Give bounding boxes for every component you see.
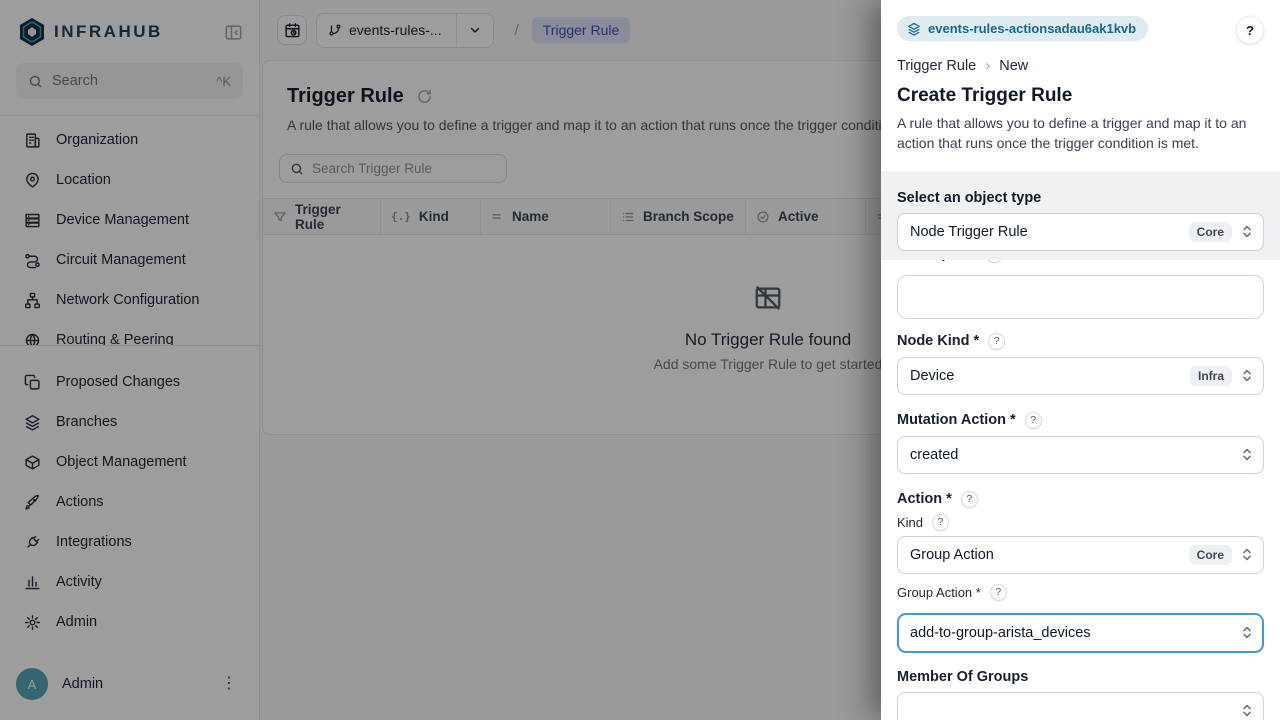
breadcrumb-parent[interactable]: Trigger Rule [897, 58, 976, 74]
help-icon[interactable]: ? [990, 584, 1007, 601]
action-kind-label: Kind [897, 515, 923, 530]
node-kind-select[interactable]: Device Infra [897, 357, 1264, 395]
clipped-field-label: Description ? [897, 260, 1264, 266]
member-of-groups-select[interactable] [897, 692, 1264, 720]
drawer-branch-badge[interactable]: events-rules-actionsadau6ak1kvb [897, 16, 1148, 41]
member-of-groups-label: Member Of Groups [897, 669, 1028, 685]
node-kind-label: Node Kind * [897, 333, 979, 349]
namespace-badge: Infra [1190, 366, 1232, 386]
mutation-action-select[interactable]: created [897, 436, 1264, 474]
action-label: Action * [897, 491, 952, 507]
group-action-select[interactable]: add-to-group-arista_devices [897, 613, 1264, 653]
mutation-action-label: Mutation Action * [897, 412, 1016, 428]
description-label: Description [897, 260, 977, 263]
help-icon[interactable]: ? [1025, 412, 1042, 429]
group-action-value: add-to-group-arista_devices [910, 625, 1241, 641]
drawer-header: events-rules-actionsadau6ak1kvb ? Trigge… [881, 0, 1280, 171]
chevron-right-icon: › [985, 57, 990, 74]
action-kind-select[interactable]: Group Action Core [897, 536, 1264, 574]
help-icon[interactable]: ? [961, 491, 978, 508]
group-action-label: Group Action * [897, 585, 981, 600]
namespace-badge: Core [1189, 222, 1232, 242]
drawer-form: Description ? Node Kind * ? Device Infra… [881, 260, 1280, 720]
mutation-action-value: created [910, 447, 1241, 463]
help-button[interactable]: ? [1236, 16, 1264, 44]
chevron-up-down-icon [1241, 447, 1253, 462]
description-textarea[interactable] [897, 275, 1264, 319]
object-type-section: Select an object type Node Trigger Rule … [881, 171, 1280, 260]
chevron-up-down-icon [1241, 224, 1253, 239]
help-icon[interactable]: ? [988, 333, 1005, 350]
drawer-title: Create Trigger Rule [897, 85, 1264, 107]
chevron-up-down-icon [1241, 703, 1253, 718]
namespace-badge: Core [1189, 545, 1232, 565]
layers-icon [907, 22, 921, 36]
node-kind-value: Device [910, 368, 1190, 384]
create-trigger-rule-drawer: events-rules-actionsadau6ak1kvb ? Trigge… [881, 0, 1280, 720]
chevron-up-down-icon [1241, 625, 1253, 640]
drawer-description: A rule that allows you to define a trigg… [897, 113, 1253, 154]
help-icon[interactable]: ? [932, 514, 949, 531]
object-type-value: Node Trigger Rule [910, 224, 1189, 240]
action-kind-value: Group Action [910, 547, 1189, 563]
chevron-up-down-icon [1241, 547, 1253, 562]
object-type-select[interactable]: Node Trigger Rule Core [897, 213, 1264, 251]
app-root: INFRAHUB Search ^K Organization Location… [0, 0, 1280, 720]
chevron-up-down-icon [1241, 368, 1253, 383]
breadcrumb-current: New [999, 58, 1028, 74]
help-icon[interactable]: ? [986, 260, 1003, 263]
drawer-branch-name: events-rules-actionsadau6ak1kvb [928, 21, 1136, 36]
drawer-breadcrumb: Trigger Rule › New [897, 57, 1264, 74]
object-type-label: Select an object type [897, 190, 1264, 206]
